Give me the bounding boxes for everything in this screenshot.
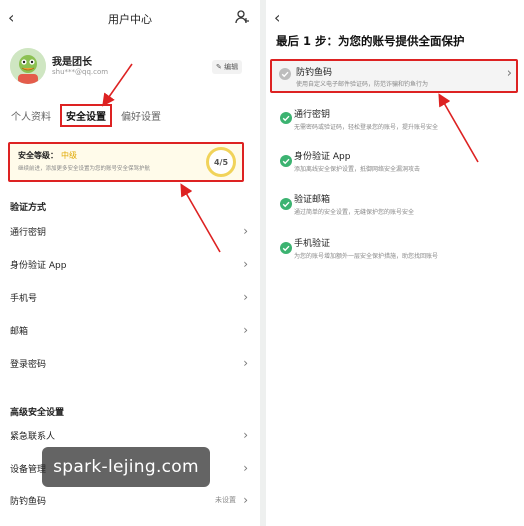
step-desc-verify-email: 通过简单的安全设置，无缝保护您的账号安全 — [294, 209, 415, 216]
avatar[interactable] — [10, 48, 46, 84]
edit-profile-button[interactable]: ✎ 编辑 — [212, 60, 243, 74]
done-check-icon — [280, 155, 292, 167]
step-title-phone: 手机验证 — [294, 239, 331, 249]
verify-item-label: 邮箱 — [10, 327, 29, 337]
advanced-item-label: 紧急联系人 — [10, 432, 56, 442]
done-check-icon — [280, 112, 292, 124]
verify-item-phone[interactable]: 手机号 › — [10, 290, 250, 305]
chevron-right-icon: › — [243, 290, 248, 304]
security-level-value: 中级 — [61, 151, 77, 160]
chevron-right-icon: › — [243, 461, 248, 475]
step-title-verify-email: 验证邮箱 — [294, 195, 331, 205]
chevron-right-icon: › — [243, 224, 248, 238]
done-check-icon — [280, 198, 292, 210]
step-item-anti-phishing[interactable]: 防钓鱼码 使用自定义电子邮件验证码，防范诈骗和钓鱼行为 › — [270, 59, 518, 93]
user-center-panel: ‹ 用户中心 我是团长 shu***@qq.com ✎ 编辑 个人资料 安全设置… — [0, 0, 260, 526]
step-desc-passkey: 无需密码或验证码，轻松登录您的账号，提升账号安全 — [294, 124, 439, 131]
verify-item-authenticator[interactable]: 身份验证 App › — [10, 257, 250, 272]
user-email: shu***@qq.com — [52, 68, 109, 76]
security-level-label: 安全等级： — [18, 151, 58, 160]
verify-methods-header: 验证方式 — [10, 203, 47, 213]
watermark-overlay: spark-lejing.com — [42, 447, 210, 487]
security-steps-panel: ‹ 最后 1 步：为您的账号提供全面保护 防钓鱼码 使用自定义电子邮件验证码，防… — [266, 0, 524, 526]
tab-preferences[interactable]: 偏好设置 — [120, 108, 162, 127]
verify-item-label: 身份验证 App — [10, 261, 67, 271]
chevron-right-icon: › — [243, 493, 248, 507]
verify-item-email[interactable]: 邮箱 › — [10, 323, 250, 338]
steps-title: 最后 1 步：为您的账号提供全面保护 — [276, 34, 465, 48]
step-desc: 使用自定义电子邮件验证码，防范诈骗和钓鱼行为 — [296, 81, 429, 88]
security-level-card[interactable]: 安全等级： 中级 继续前进，添加更多安全设置为您的账号安全保驾护航 4/5 — [8, 142, 244, 182]
tab-security[interactable]: 安全设置 — [60, 104, 112, 127]
step-title-passkey: 通行密钥 — [294, 110, 331, 120]
verify-item-label: 通行密钥 — [10, 228, 47, 238]
edit-icon: ✎ — [216, 63, 222, 71]
step-desc-phone: 为您的账号增加额外一层安全保护措施，助您找回账号 — [294, 253, 439, 260]
advanced-item-emergency-contact[interactable]: 紧急联系人 › — [10, 428, 250, 443]
chevron-right-icon: › — [243, 257, 248, 271]
verify-item-label: 手机号 — [10, 294, 38, 304]
tab-profile[interactable]: 个人资料 — [10, 108, 52, 127]
user-settings-icon[interactable] — [234, 9, 250, 25]
advanced-item-label: 设备管理 — [10, 465, 47, 475]
advanced-item-label: 防钓鱼码 — [10, 497, 47, 507]
pending-check-icon — [279, 68, 291, 80]
chevron-right-icon: › — [506, 66, 512, 81]
chevron-right-icon: › — [243, 323, 248, 337]
back-arrow-icon[interactable]: ‹ — [274, 8, 280, 27]
verify-item-passkey[interactable]: 通行密钥 › — [10, 224, 250, 239]
step-title: 防钓鱼码 — [296, 68, 333, 78]
chevron-right-icon: › — [243, 356, 248, 370]
profile-tabs: 个人资料 安全设置 偏好设置 — [10, 104, 162, 127]
advanced-item-anti-phishing[interactable]: 防钓鱼码 未设置 › — [10, 493, 250, 508]
verify-item-password[interactable]: 登录密码 › — [10, 356, 250, 371]
page-title: 用户中心 — [108, 13, 152, 26]
edit-label: 编辑 — [224, 63, 239, 71]
step-title-authenticator: 身份验证 App — [294, 152, 351, 162]
security-level: 安全等级： 中级 — [18, 150, 77, 161]
anti-phishing-status: 未设置 — [215, 496, 236, 504]
security-score-ring: 4/5 — [206, 147, 236, 177]
done-check-icon — [280, 242, 292, 254]
step-desc-authenticator: 添加离线安全保护设置，抵御网络安全漏洞攻击 — [294, 166, 421, 173]
chevron-right-icon: › — [243, 428, 248, 442]
user-name: 我是团长 — [52, 57, 92, 68]
verify-item-label: 登录密码 — [10, 360, 47, 370]
security-hint: 继续前进，添加更多安全设置为您的账号安全保驾护航 — [18, 166, 151, 172]
advanced-settings-header: 高级安全设置 — [10, 408, 65, 418]
